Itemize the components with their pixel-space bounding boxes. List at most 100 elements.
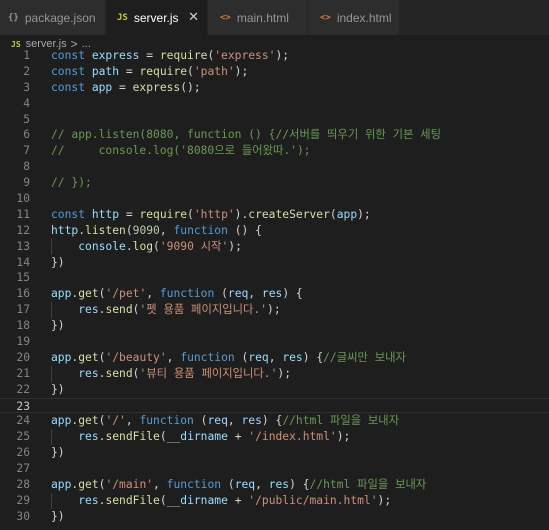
code-line[interactable]: 14}) <box>0 255 549 271</box>
code-line[interactable]: 9 // }); <box>0 175 549 191</box>
code-line[interactable]: 13 console.log('9090 시작'); <box>0 238 549 255</box>
code-text: console.log('9090 시작'); <box>51 239 242 255</box>
code-line[interactable]: 26}) <box>0 445 549 461</box>
code-token: ) { <box>282 287 303 301</box>
code-line[interactable]: 17 res.send('펫 용품 페이지입니다.'); <box>0 302 549 319</box>
code-line[interactable]: 24 app.get('/', function (req, res) {//ht… <box>0 413 549 429</box>
code-token: ); <box>275 49 290 62</box>
code-token: ( <box>187 207 194 221</box>
code-token: ( <box>125 223 133 237</box>
code-token: ( <box>193 414 208 428</box>
code-line[interactable]: 29 res.sendFile(__dirname + '/public/mai… <box>0 492 549 509</box>
code-token: __dirname <box>166 430 228 444</box>
code-line[interactable]: 2 const path = require('path'); <box>0 64 549 80</box>
code-line[interactable]: 12 http.listen(9090, function () { <box>0 223 549 239</box>
code-line[interactable]: 1 const express = require('express'); <box>0 48 549 64</box>
code-token: get <box>78 287 99 301</box>
code-token: function <box>159 287 215 301</box>
code-token: ) { <box>261 414 283 428</box>
code-token: function <box>180 350 235 364</box>
code-token: console <box>78 239 126 253</box>
code-token: 9090 <box>132 223 160 237</box>
code-token: // }); <box>51 176 92 190</box>
code-token: ( <box>159 493 167 507</box>
code-line[interactable]: 30}) <box>0 509 549 525</box>
code-token: }) <box>51 319 65 333</box>
code-token: res <box>78 493 99 507</box>
code-token: req <box>234 478 256 492</box>
code-line[interactable]: 25 res.sendFile(__dirname + '/index.html… <box>0 429 549 446</box>
line-number: 29 <box>16 493 30 507</box>
line-number: 24 <box>16 414 30 428</box>
code-token: , <box>227 414 242 428</box>
code-line[interactable]: 11 const http = require('http').createSer… <box>0 207 549 223</box>
code-token: ) { <box>289 478 310 492</box>
code-text: app.get('/', function (req, res) {//html… <box>51 413 399 429</box>
code-token: // app.listen(8080, function () {//서버를 띄… <box>51 128 441 142</box>
tab-index-html[interactable]: <> index.html <box>308 0 400 35</box>
code-token: get <box>78 350 99 364</box>
code-line[interactable]: 8 <box>0 159 549 175</box>
code-line[interactable]: 19 <box>0 334 549 350</box>
code-token: path <box>91 64 120 78</box>
code-token: res <box>241 414 262 428</box>
code-token: const <box>51 49 92 62</box>
code-token: const <box>51 80 92 94</box>
code-line[interactable]: 21 res.send('뷰티 용품 페이지입니다.'); <box>0 365 549 382</box>
code-line[interactable]: 16 app.get('/pet', function (req, res) { <box>0 286 549 302</box>
code-token: '/pet' <box>105 287 147 301</box>
code-token: = <box>119 207 140 221</box>
code-text: const app = express(); <box>51 80 201 96</box>
code-token: ); <box>267 303 281 317</box>
code-token: // console.log('8080으로 들어왔따.'); <box>51 144 311 158</box>
code-line[interactable]: 22}) <box>0 382 549 398</box>
code-line[interactable]: 3 const app = express(); <box>0 80 549 96</box>
code-token: ); <box>357 207 371 221</box>
close-icon[interactable]: ✕ <box>188 10 199 25</box>
code-line[interactable]: 23 <box>0 397 549 414</box>
code-editor[interactable]: 1 const express = require('express'); 2 con… <box>0 48 549 525</box>
code-token: ). <box>234 207 249 221</box>
code-token: //html 파일을 보내자 <box>282 414 400 428</box>
code-text: }) <box>51 255 65 271</box>
code-text: app.get('/pet', function (req, res) { <box>51 286 303 302</box>
code-token: res <box>261 287 283 301</box>
code-token: sendFile <box>105 430 160 444</box>
line-number: 6 <box>23 128 30 142</box>
code-token: get <box>78 414 99 428</box>
code-token: ( <box>153 239 160 253</box>
code-line[interactable]: 4 <box>0 96 549 112</box>
code-text: http.listen(9090, function () { <box>51 223 262 239</box>
tab-package-json[interactable]: {} package.json <box>0 0 106 35</box>
line-number: 5 <box>23 112 30 126</box>
tab-main-html[interactable]: <> main.html <box>208 0 308 35</box>
line-number: 10 <box>16 192 30 206</box>
code-line[interactable]: 15 <box>0 270 549 286</box>
line-number: 8 <box>23 160 30 174</box>
code-token: '/' <box>105 414 126 428</box>
code-line[interactable]: 20 app.get('/beauty', function (req, res)… <box>0 350 549 366</box>
code-token: . <box>125 239 133 253</box>
code-token: app <box>91 80 113 94</box>
code-token: + <box>227 430 249 444</box>
code-line[interactable]: 5 <box>0 112 549 128</box>
code-line[interactable]: 6 // app.listen(8080, function () {//서버를 … <box>0 127 549 143</box>
tab-server-js[interactable]: JS server.js ✕ <box>106 0 208 35</box>
code-token: . <box>78 223 86 237</box>
code-line[interactable]: 10 <box>0 191 549 207</box>
line-number: 11 <box>16 207 30 221</box>
code-token: get <box>78 478 99 492</box>
code-text: app.get('/beauty', function (req, res) {… <box>51 350 406 366</box>
code-token: ); <box>228 239 242 253</box>
code-line[interactable]: 27 <box>0 461 549 477</box>
code-line[interactable]: 7 // console.log('8080으로 들어왔따.'); <box>0 143 549 159</box>
code-text: const http = require('http').createServe… <box>51 207 371 223</box>
code-token: = <box>139 49 160 62</box>
code-token: ( <box>159 430 167 444</box>
line-number: 14 <box>16 255 30 269</box>
code-text: res.send('펫 용품 페이지입니다.'); <box>51 302 281 318</box>
code-text: // }); <box>51 175 92 191</box>
code-line[interactable]: 18}) <box>0 318 549 334</box>
code-line[interactable]: 28 app.get('/main', function (req, res) {… <box>0 477 549 493</box>
